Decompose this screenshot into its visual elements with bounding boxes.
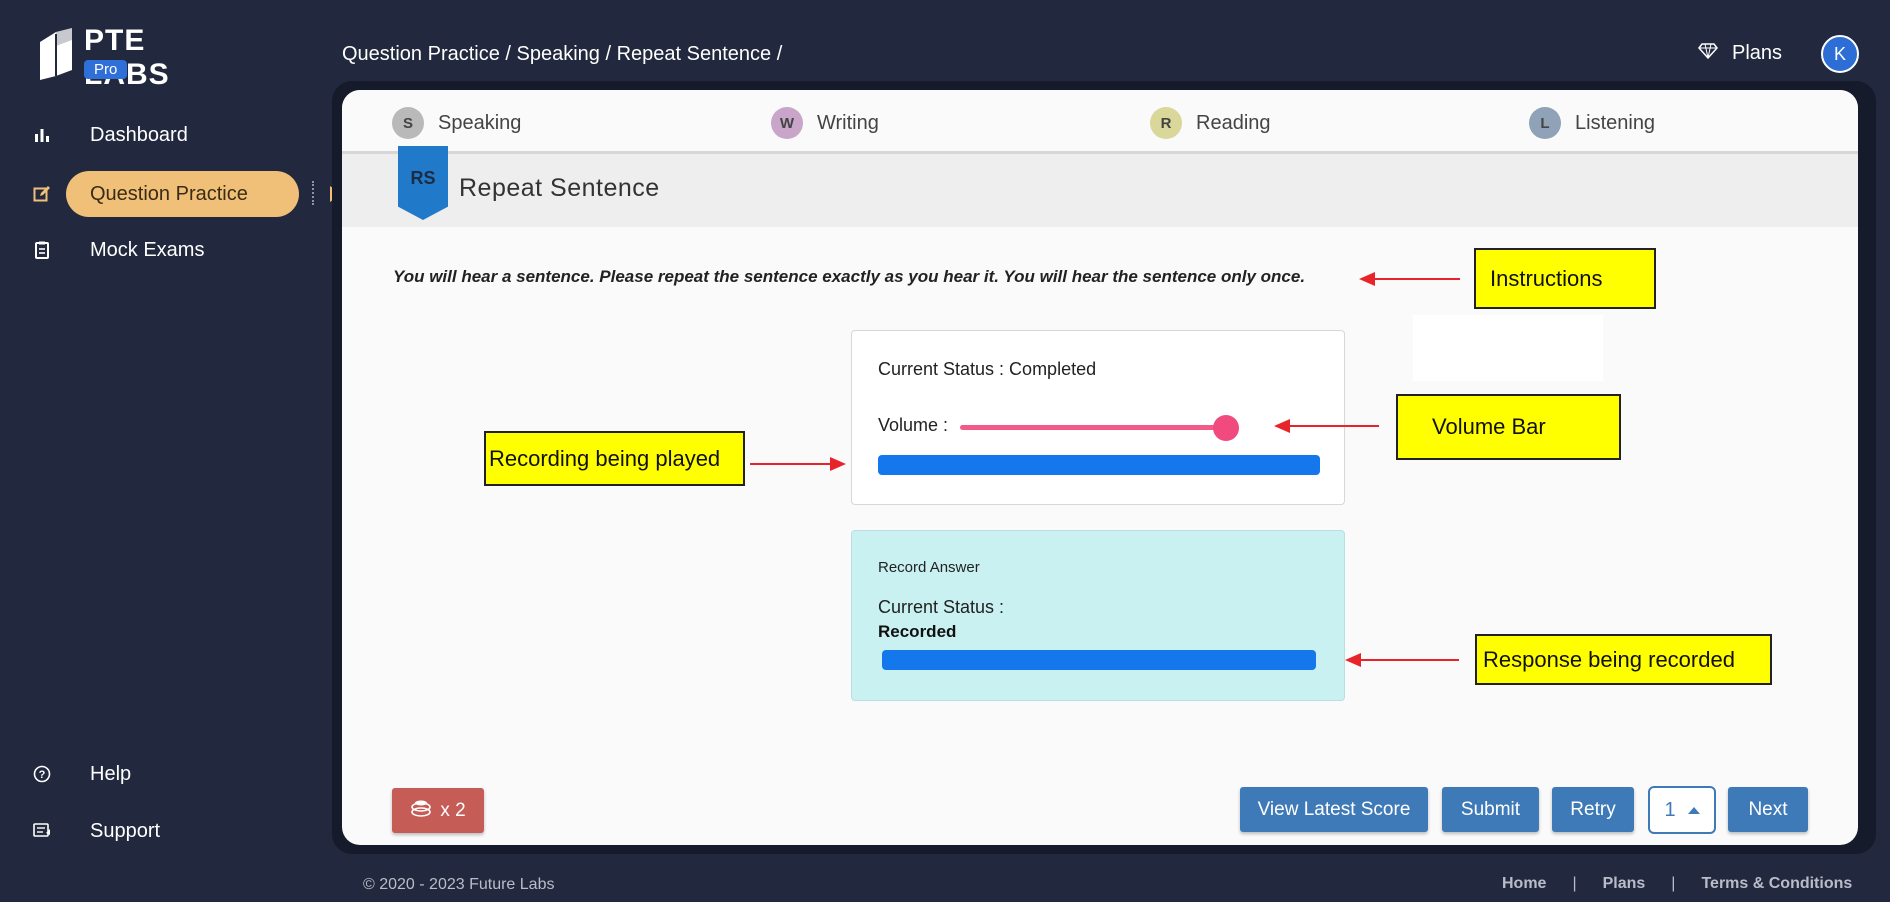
edit-icon — [32, 184, 52, 204]
tab-speaking[interactable]: S Speaking — [392, 107, 521, 139]
tab-label: Reading — [1196, 111, 1271, 134]
volume-label: Volume : — [878, 415, 949, 435]
tab-label: Speaking — [438, 111, 522, 134]
bar-chart-icon — [32, 125, 52, 145]
annotation-arrow — [750, 457, 846, 471]
record-answer-title: Record Answer — [878, 559, 980, 576]
sidebar-item-label: Question Practice — [90, 182, 248, 205]
section-tabs: S Speaking W Writing R Reading L Listeni… — [342, 90, 1858, 154]
footer-separator: | — [1572, 875, 1577, 892]
sidebar-item-label: Support — [90, 819, 161, 842]
avatar[interactable]: K — [1821, 35, 1859, 73]
player-status: Current Status : Completed — [878, 359, 1097, 379]
tab-writing[interactable]: W Writing — [771, 107, 879, 139]
recording-progress-bar — [882, 650, 1316, 670]
sidebar-item-support[interactable]: Support — [0, 808, 330, 854]
question-number-select[interactable]: 1 — [1648, 786, 1716, 834]
annotation-volume-bar: Volume Bar — [1396, 394, 1621, 460]
svg-text:?: ? — [39, 769, 46, 781]
recorder-status-value: Recorded — [878, 622, 957, 641]
retry-button[interactable]: Retry — [1552, 787, 1634, 832]
clipboard-icon — [32, 240, 52, 260]
coins-icon — [410, 799, 432, 822]
tab-label: Writing — [817, 111, 879, 134]
writing-icon: W — [771, 107, 803, 139]
pro-badge: Pro — [84, 60, 128, 79]
reading-icon: R — [1150, 107, 1182, 139]
annotation-response-recorded: Response being recorded — [1475, 634, 1772, 685]
annotation-arrow — [1359, 272, 1460, 286]
sidebar-item-mock-exams[interactable]: Mock Exams — [0, 227, 330, 273]
footer-link-plans[interactable]: Plans — [1603, 875, 1646, 893]
question-card: S Speaking W Writing R Reading L Listeni… — [342, 90, 1858, 845]
playback-progress-bar — [878, 455, 1320, 475]
page-title: Repeat Sentence — [459, 174, 660, 202]
recorder-status-label: Current Status : — [878, 597, 1005, 617]
instructions-text: You will hear a sentence. Please repeat … — [393, 267, 1306, 286]
tab-reading[interactable]: R Reading — [1150, 107, 1271, 139]
divider — [312, 181, 314, 205]
speaking-icon: S — [392, 107, 424, 139]
breadcrumb[interactable]: Question Practice / Speaking / Repeat Se… — [342, 43, 782, 66]
record-answer-panel: Record Answer Current Status : Recorded — [851, 530, 1345, 701]
brand-name: PTE LABS — [84, 24, 169, 91]
white-patch — [1413, 315, 1603, 381]
view-latest-score-button[interactable]: View Latest Score — [1240, 787, 1428, 832]
brand-logo[interactable]: PTE LABS Pro — [38, 24, 238, 91]
annotation-arrow — [1274, 419, 1379, 433]
book-logo-icon — [40, 28, 72, 80]
copyright-text: © 2020 - 2023 Future Labs — [363, 876, 555, 893]
sidebar-item-dashboard[interactable]: Dashboard — [0, 112, 330, 158]
chevron-up-icon — [1687, 806, 1700, 814]
question-type-badge: RS — [398, 146, 448, 220]
annotation-recording-played: Recording being played — [484, 431, 745, 486]
volume-slider-track[interactable] — [960, 425, 1228, 430]
coin-count: x 2 — [440, 799, 466, 821]
plans-link[interactable]: Plans — [1698, 42, 1782, 65]
volume-slider-thumb[interactable] — [1213, 415, 1239, 441]
footer-links: Home | Plans | Terms & Conditions — [1502, 875, 1852, 893]
question-circle-icon: ? — [32, 764, 52, 784]
next-button[interactable]: Next — [1728, 787, 1808, 832]
tab-listening[interactable]: L Listening — [1529, 107, 1655, 139]
diamond-icon — [1698, 43, 1718, 64]
footer-link-terms[interactable]: Terms & Conditions — [1701, 875, 1852, 893]
sidebar-item-label: Dashboard — [90, 123, 188, 146]
coins-button[interactable]: x 2 — [392, 788, 484, 833]
footer-separator: | — [1671, 875, 1676, 892]
annotation-instructions: Instructions — [1474, 248, 1656, 309]
plans-label: Plans — [1732, 42, 1783, 64]
sidebar-item-label: Mock Exams — [90, 238, 205, 261]
sidebar-item-help[interactable]: ? Help — [0, 751, 330, 797]
support-icon — [32, 821, 52, 841]
sidebar-item-question-practice[interactable]: Question Practice — [0, 171, 341, 217]
annotation-arrow — [1345, 653, 1459, 667]
footer-link-home[interactable]: Home — [1502, 875, 1546, 893]
audio-player: Current Status : Completed Volume : — [851, 330, 1345, 505]
headphones-icon: L — [1529, 107, 1561, 139]
submit-button[interactable]: Submit — [1442, 787, 1539, 832]
sidebar-item-label: Help — [90, 762, 132, 785]
tab-label: Listening — [1575, 111, 1656, 134]
question-number: 1 — [1664, 798, 1676, 821]
